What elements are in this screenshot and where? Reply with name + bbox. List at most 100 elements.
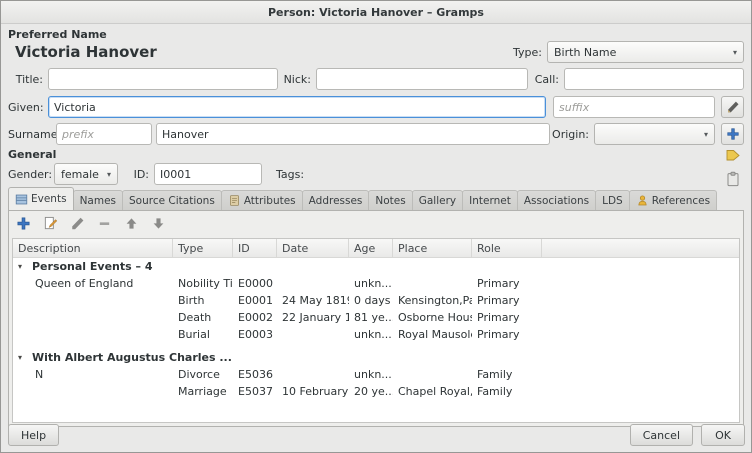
event-row[interactable]: N Divorce E5036 unkn... Family <box>13 366 739 383</box>
id-label: ID: <box>130 168 154 181</box>
tab-names[interactable]: Names <box>73 190 123 210</box>
titlebar[interactable]: Person: Victoria Hanover – Gramps <box>1 1 751 24</box>
move-down-button[interactable] <box>147 213 170 234</box>
tab-internet[interactable]: Internet <box>462 190 518 210</box>
cell-age: 20 ye... <box>349 385 393 398</box>
column-header-type[interactable]: Type <box>173 239 233 257</box>
tab-label: Associations <box>524 195 589 207</box>
origin-combo[interactable]: ▾ <box>594 123 715 145</box>
tab-gallery[interactable]: Gallery <box>412 190 463 210</box>
id-input[interactable] <box>154 163 262 185</box>
event-group-row[interactable]: ▾ With Albert Augustus Charles ... <box>13 349 739 366</box>
ok-button[interactable]: OK <box>701 424 745 446</box>
tab-addresses[interactable]: Addresses <box>302 190 370 210</box>
nick-input[interactable] <box>316 68 528 90</box>
attributes-icon <box>228 194 241 207</box>
cell-type: Birth <box>173 294 233 307</box>
tab-label: Gallery <box>419 195 456 207</box>
event-row[interactable]: Birth E0001 24 May 1819 0 days Kensingto… <box>13 292 739 309</box>
cell-type: Death <box>173 311 233 324</box>
tab-references[interactable]: References <box>629 190 717 210</box>
cell-id: E0001 <box>233 294 277 307</box>
given-input[interactable] <box>48 96 546 118</box>
cell-id: E0003 <box>233 328 277 341</box>
nick-label: Nick: <box>278 73 316 86</box>
cell-type: Burial <box>173 328 233 341</box>
display-name: Victoria Hanover <box>8 43 157 61</box>
name-type-combo[interactable]: Birth Name ▾ <box>547 41 744 63</box>
tab-attributes[interactable]: Attributes <box>221 190 303 210</box>
notebook-tabs: Events Names Source Citations Attributes… <box>8 188 744 210</box>
column-header-age[interactable]: Age <box>349 239 393 257</box>
surname-input[interactable] <box>156 123 550 145</box>
tab-lds[interactable]: LDS <box>595 190 630 210</box>
move-up-button[interactable] <box>120 213 143 234</box>
tab-label: Events <box>31 193 67 205</box>
arrow-up-icon <box>124 216 139 231</box>
column-header-role[interactable]: Role <box>472 239 542 257</box>
cell-age: 81 ye... <box>349 311 393 324</box>
cancel-button[interactable]: Cancel <box>630 424 693 446</box>
ok-button-label: OK <box>715 429 731 442</box>
column-header-date[interactable]: Date <box>277 239 349 257</box>
gender-combo[interactable]: female ▾ <box>54 163 118 185</box>
events-table: Description Type ID Date Age Place Role … <box>12 238 740 423</box>
help-button[interactable]: Help <box>8 424 59 446</box>
share-event-button[interactable] <box>39 213 62 234</box>
cell-place: Osborne House,Isle... <box>393 311 472 324</box>
expander-icon[interactable]: ▾ <box>18 353 27 362</box>
event-row[interactable]: Queen of England Nobility Title E0000 un… <box>13 275 739 292</box>
tags-label: Tags: <box>276 168 304 181</box>
gender-value: female <box>61 168 103 181</box>
cell-id: E5036 <box>233 368 277 381</box>
tab-associations[interactable]: Associations <box>517 190 596 210</box>
name-preview-row: Victoria Hanover Type: Birth Name ▾ <box>8 40 744 64</box>
title-nick-call-row: Title: Nick: Call: <box>8 67 744 91</box>
tab-label: LDS <box>602 195 623 207</box>
edit-event-button[interactable] <box>66 213 89 234</box>
remove-event-button[interactable] <box>93 213 116 234</box>
suffix-input[interactable] <box>553 96 715 118</box>
call-label: Call: <box>528 73 564 86</box>
tab-source-citations[interactable]: Source Citations <box>122 190 222 210</box>
group-label: With Albert Augustus Charles ... <box>32 351 232 364</box>
document-pencil-icon <box>43 216 58 231</box>
cell-date: 24 May 1819 <box>277 294 349 307</box>
cell-type: Divorce <box>173 368 233 381</box>
cell-age: unkn... <box>349 328 393 341</box>
event-row[interactable]: Burial E0003 unkn... Royal Mausoleum,F..… <box>13 326 739 343</box>
event-group-row[interactable]: ▾ Personal Events – 4 <box>13 258 739 275</box>
cell-id: E0000 <box>233 277 277 290</box>
add-event-button[interactable] <box>12 213 35 234</box>
minus-icon <box>97 216 112 231</box>
gender-label: Gender: <box>8 168 54 181</box>
column-header-place[interactable]: Place <box>393 239 472 257</box>
cell-role: Family <box>472 368 542 381</box>
chevron-down-icon: ▾ <box>733 48 737 57</box>
surname-prefix-input[interactable] <box>56 123 152 145</box>
tab-label: Names <box>80 195 116 207</box>
column-header-id[interactable]: ID <box>233 239 277 257</box>
cell-role: Primary <box>472 277 542 290</box>
cell-type: Marriage <box>173 385 233 398</box>
origin-label: Origin: <box>550 128 594 141</box>
cell-date: 10 February 1840 <box>277 385 349 398</box>
name-type-value: Birth Name <box>554 46 729 59</box>
event-row[interactable]: Marriage E5037 10 February 1840 20 ye...… <box>13 383 739 400</box>
tab-label: References <box>652 195 710 207</box>
cell-age: unkn... <box>349 368 393 381</box>
cell-id: E5037 <box>233 385 277 398</box>
event-row[interactable]: Death E0002 22 January 1901 81 ye... Osb… <box>13 309 739 326</box>
person-editor-window: Person: Victoria Hanover – Gramps Prefer… <box>0 0 752 453</box>
edit-name-button[interactable] <box>721 96 744 118</box>
add-surname-button[interactable] <box>721 123 744 145</box>
cell-place: Kensington,Palace,... <box>393 294 472 307</box>
column-header-description[interactable]: Description <box>13 239 173 257</box>
tab-notes[interactable]: Notes <box>368 190 412 210</box>
cell-type: Nobility Title <box>173 277 233 290</box>
call-input[interactable] <box>564 68 744 90</box>
surname-row: Surname: Origin: ▾ <box>8 122 744 146</box>
expander-icon[interactable]: ▾ <box>18 262 27 271</box>
tab-events[interactable]: Events <box>8 187 74 210</box>
title-input[interactable] <box>48 68 278 90</box>
